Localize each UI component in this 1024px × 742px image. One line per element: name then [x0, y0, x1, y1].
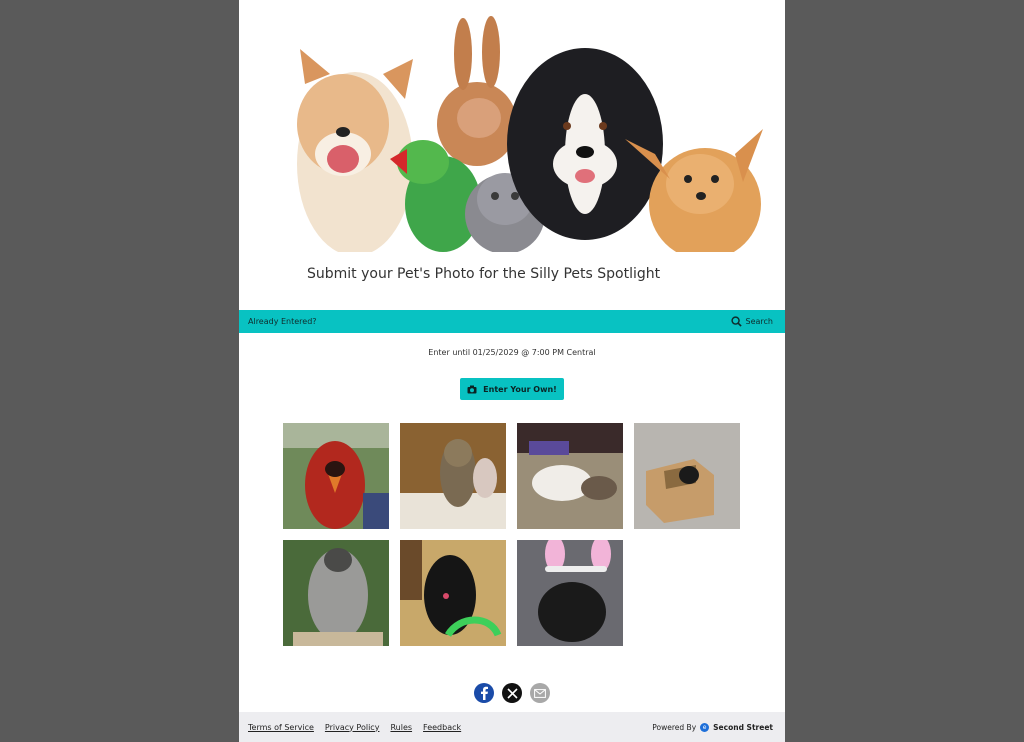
deadline-text: Enter until 01/25/2029 @ 7:00 PM Central — [428, 348, 596, 357]
search-icon — [730, 316, 742, 327]
search-label: Search — [745, 317, 773, 326]
email-icon[interactable] — [530, 683, 550, 703]
facebook-icon[interactable] — [474, 683, 494, 703]
gallery-photo-cat-on-back[interactable] — [517, 423, 623, 529]
already-entered-link[interactable]: Already Entered? — [248, 317, 317, 326]
social-share — [474, 683, 550, 703]
gallery-photo-fluffy-dog[interactable] — [283, 540, 389, 646]
contest-page: Submit your Pet's Photo for the Silly Pe… — [239, 0, 785, 742]
camera-icon — [467, 385, 477, 393]
gallery-photo-dog-bunny-ears[interactable] — [517, 540, 623, 646]
search-button[interactable]: Search — [730, 316, 773, 327]
gallery-photo-cardinal[interactable] — [283, 423, 389, 529]
terms-of-service-link[interactable]: Terms of Service — [248, 723, 314, 732]
rules-link[interactable]: Rules — [390, 723, 412, 732]
action-bar: Already Entered? Search — [239, 310, 785, 333]
gallery-photo-cat-in-bag[interactable] — [400, 423, 506, 529]
second-street-logo-icon: e — [700, 722, 710, 732]
feedback-link[interactable]: Feedback — [423, 723, 461, 732]
powered-by[interactable]: Powered By e Second Street — [652, 722, 773, 732]
brand-name: Second Street — [713, 722, 773, 732]
footer: Terms of Service Privacy Policy Rules Fe… — [239, 712, 785, 742]
hero-pets-image — [295, 14, 765, 252]
page-title: Submit your Pet's Photo for the Silly Pe… — [307, 266, 661, 282]
gallery-photo-black-puppy[interactable] — [400, 540, 506, 646]
powered-by-label: Powered By — [652, 722, 697, 732]
enter-button-label: Enter Your Own! — [483, 384, 557, 394]
privacy-policy-link[interactable]: Privacy Policy — [325, 723, 380, 732]
footer-links: Terms of Service Privacy Policy Rules Fe… — [248, 723, 461, 732]
enter-your-own-button[interactable]: Enter Your Own! — [460, 378, 564, 400]
x-icon[interactable] — [502, 683, 522, 703]
gallery-photo-kitten-in-box[interactable] — [634, 423, 740, 529]
